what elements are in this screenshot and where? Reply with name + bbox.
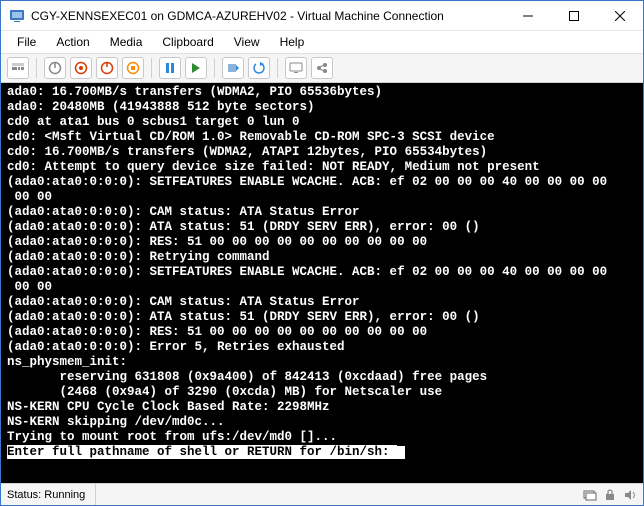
statusbar: Status: Running xyxy=(1,483,643,505)
toolbar xyxy=(1,53,643,83)
minimize-button[interactable] xyxy=(505,1,551,30)
menu-file[interactable]: File xyxy=(7,33,46,51)
menubar: File Action Media Clipboard View Help xyxy=(1,31,643,53)
shell-prompt[interactable]: Enter full pathname of shell or RETURN f… xyxy=(7,445,397,459)
toolbar-separator xyxy=(36,58,37,78)
status-icons xyxy=(583,488,637,502)
enhanced-session-button[interactable] xyxy=(285,57,307,79)
turn-off-button[interactable] xyxy=(70,57,92,79)
titlebar: CGY-XENNSEXEC01 on GDMCA-AZUREHV02 - Vir… xyxy=(1,1,643,31)
menu-media[interactable]: Media xyxy=(100,33,153,51)
menu-view[interactable]: View xyxy=(224,33,270,51)
lock-icon xyxy=(603,488,617,502)
checkpoint-button[interactable] xyxy=(222,57,244,79)
toolbar-separator xyxy=(277,58,278,78)
reset-button[interactable] xyxy=(185,57,207,79)
maximize-button[interactable] xyxy=(551,1,597,30)
menu-help[interactable]: Help xyxy=(270,33,315,51)
shut-down-button[interactable] xyxy=(96,57,118,79)
toolbar-separator xyxy=(151,58,152,78)
share-button[interactable] xyxy=(311,57,333,79)
app-icon xyxy=(9,8,25,24)
pause-button[interactable] xyxy=(159,57,181,79)
menu-action[interactable]: Action xyxy=(46,33,99,51)
console-output[interactable]: ada0: 16.700MB/s transfers (WDMA2, PIO 6… xyxy=(1,83,643,483)
status-text: Status: Running xyxy=(7,484,96,505)
window-controls xyxy=(505,1,643,30)
close-button[interactable] xyxy=(597,1,643,30)
window-title: CGY-XENNSEXEC01 on GDMCA-AZUREHV02 - Vir… xyxy=(31,9,505,23)
toolbar-separator xyxy=(214,58,215,78)
network-icon xyxy=(583,488,597,502)
start-button[interactable] xyxy=(44,57,66,79)
menu-clipboard[interactable]: Clipboard xyxy=(152,33,223,51)
save-button[interactable] xyxy=(122,57,144,79)
revert-button[interactable] xyxy=(248,57,270,79)
cursor xyxy=(397,446,405,459)
speaker-icon xyxy=(623,488,637,502)
ctrl-alt-del-button[interactable] xyxy=(7,57,29,79)
